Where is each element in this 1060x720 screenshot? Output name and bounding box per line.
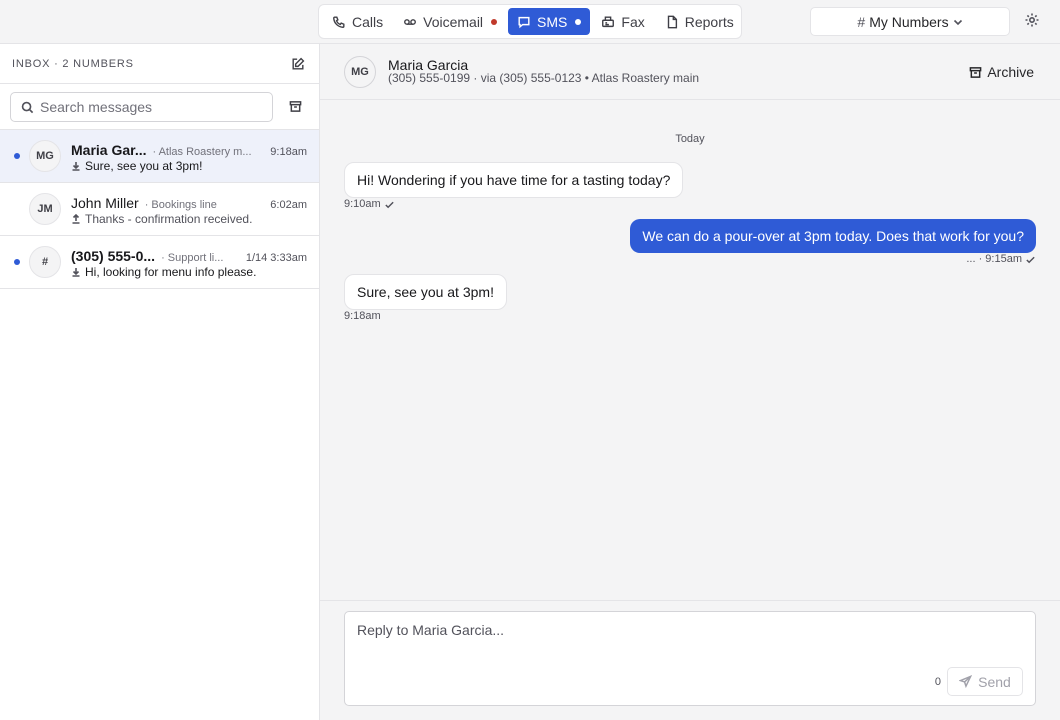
voicemail-icon (404, 18, 417, 25)
search-icon (21, 101, 34, 113)
phone-icon (333, 15, 345, 28)
conversation-time: 9:18am (270, 146, 307, 158)
inbox-title: INBOX · 2 NUMBERS (12, 57, 134, 70)
conversation-time: 1/14 3:33am (245, 252, 307, 264)
compose-icon (292, 57, 305, 70)
search-row (0, 84, 319, 130)
conversation-item[interactable]: JM John Miller · Bookings line 6:02am Th… (0, 183, 319, 236)
message-time: 9:18am (344, 310, 381, 322)
settings-button[interactable] (1024, 12, 1042, 30)
conversation-line: · Atlas Roastery m... (152, 146, 252, 158)
archived-filter-button[interactable] (287, 99, 303, 115)
conversation-panel: MG Maria Garcia (305) 555-0199 · via (30… (320, 44, 1060, 720)
conversation-bottom-row: Thanks - confirmation received. (71, 211, 307, 227)
tab-fax-label: Fax (621, 13, 645, 30)
tab-fax[interactable]: Fax (592, 8, 653, 35)
tab-calls-label: Calls (352, 13, 384, 30)
message-time: 9:10am (344, 198, 381, 210)
message-meta: 9:10am (344, 198, 395, 210)
tab-sms-label: SMS (537, 13, 568, 30)
conversation-top-row: Maria Gar... · Atlas Roastery m... 9:18a… (71, 142, 307, 158)
conversation-line: · Support li... (161, 252, 224, 264)
character-count: 0 (934, 676, 941, 688)
composer-area: 0 Send (320, 600, 1060, 720)
conversation-bottom-row: Hi, looking for menu info please. (71, 264, 307, 280)
inbound-arrow-icon (72, 162, 80, 171)
conversation-time: 6:02am (270, 199, 307, 211)
search-box (10, 91, 273, 122)
compose-button[interactable] (289, 55, 307, 73)
hash-icon: # (857, 13, 866, 30)
avatar: MG (29, 140, 61, 172)
tab-voicemail-label: Voicemail (423, 13, 484, 30)
message-icon (518, 16, 530, 28)
day-separator: Today (675, 133, 705, 145)
message-bubble-outbound: We can do a pour-over at 3pm today. Does… (630, 219, 1036, 253)
conversation-bottom-row: Sure, see you at 3pm! (71, 158, 307, 174)
fax-icon (602, 15, 615, 27)
conversation-header: MG Maria Garcia (305) 555-0199 · via (30… (320, 44, 1060, 100)
conversation-name: John Miller (71, 195, 139, 211)
check-icon (1026, 256, 1035, 263)
check-icon (385, 201, 394, 208)
archive-icon (289, 101, 301, 112)
my-numbers-select[interactable]: # My Numbers (810, 7, 1010, 36)
message-time: ... · 9:15am (966, 253, 1022, 265)
search-input[interactable] (40, 92, 265, 121)
chevron-down-icon (953, 19, 962, 25)
message-bubble-inbound: Sure, see you at 3pm! (344, 274, 507, 310)
sidebar-header: INBOX · 2 NUMBERS (0, 44, 319, 84)
conversation-top-row: John Miller · Bookings line 6:02am (71, 195, 307, 211)
tab-sms[interactable]: SMS (508, 8, 591, 35)
conversation-line: · Bookings line (144, 199, 217, 211)
tab-reports-label: Reports (684, 13, 734, 30)
message-thread: Today Hi! Wondering if you have time for… (320, 100, 1060, 600)
conversation-preview: Hi, looking for menu info please. (85, 265, 257, 279)
inbox-sidebar: INBOX · 2 NUMBERS MG Maria Gar... · Atla… (0, 44, 320, 720)
tab-calls[interactable]: Calls (323, 8, 392, 35)
tab-voicemail[interactable]: Voicemail (394, 8, 506, 35)
conversation-name: (305) 555-0... (71, 248, 156, 264)
conversation-item[interactable]: MG Maria Gar... · Atlas Roastery m... 9:… (0, 130, 319, 183)
archive-button[interactable]: Archive (969, 62, 1034, 82)
voicemail-unread-dot (491, 18, 498, 25)
reply-input[interactable] (357, 622, 1017, 662)
message-bubble-inbound: Hi! Wondering if you have time for a tas… (344, 162, 684, 198)
conversation-name: Maria Gar... (71, 142, 147, 158)
my-numbers-label: My Numbers (869, 13, 949, 30)
message-meta: 9:18am (344, 310, 381, 322)
unread-dot (14, 259, 20, 265)
conversation-item[interactable]: # (305) 555-0... · Support li... 1/14 3:… (0, 236, 319, 289)
unread-dot (14, 153, 20, 159)
send-button[interactable]: Send (947, 667, 1023, 696)
archive-label: Archive (987, 64, 1034, 80)
avatar: # (29, 246, 61, 278)
message-meta: ... · 9:15am (966, 253, 1036, 265)
channel-tabs: Calls Voicemail SMS Fax Reports (318, 4, 742, 39)
outbound-arrow-icon (72, 214, 80, 224)
reply-composer: 0 Send (344, 611, 1036, 706)
avatar: JM (29, 193, 61, 225)
inbound-arrow-icon (72, 268, 80, 277)
sms-unread-dot (575, 18, 582, 25)
send-icon (959, 675, 973, 688)
report-icon (667, 15, 677, 28)
conversation-top-row: (305) 555-0... · Support li... 1/14 3:33… (71, 248, 307, 264)
archive-icon (969, 66, 982, 78)
conversation-preview: Sure, see you at 3pm! (85, 159, 203, 173)
top-bar: Calls Voicemail SMS Fax Reports # My Num… (0, 0, 1060, 44)
send-label: Send (978, 673, 1011, 690)
contact-meta: (305) 555-0199 · via (305) 555-0123 • At… (388, 71, 700, 85)
tab-reports[interactable]: Reports (656, 8, 743, 35)
conversation-preview: Thanks - confirmation received. (85, 212, 253, 226)
avatar: MG (344, 56, 376, 88)
gear-icon (1025, 13, 1039, 27)
